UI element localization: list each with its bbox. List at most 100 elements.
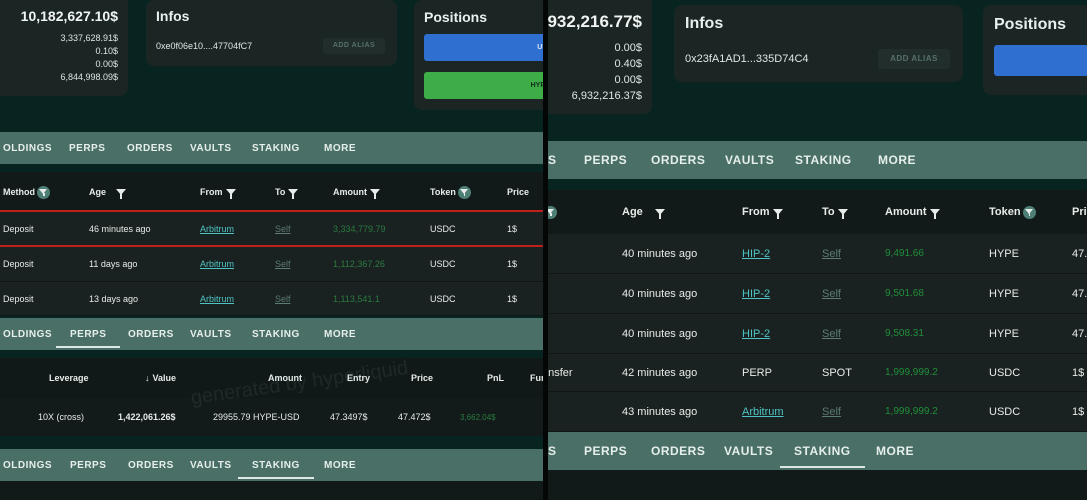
filter-icon[interactable] xyxy=(548,205,557,219)
positions-card: Positions USD HYPE- xyxy=(414,0,543,110)
tab-vaults[interactable]: VAULTS xyxy=(724,432,773,470)
wallet-address[interactable]: 0x23fA1AD1...335D74C4 xyxy=(685,53,809,65)
col-token[interactable]: Token xyxy=(430,172,471,212)
tab-holdings[interactable]: OLDINGS xyxy=(3,132,52,164)
col-age[interactable]: Age xyxy=(622,190,665,234)
col-to[interactable]: To xyxy=(822,190,848,234)
row-amount: 9,501.68 xyxy=(885,288,924,299)
infos-title: Infos xyxy=(156,8,190,24)
row-from-link[interactable]: HIP-2 xyxy=(742,314,770,353)
table-row[interactable]: 40 minutes ago HIP-2 Self 9,501.68 HYPE … xyxy=(548,274,1087,314)
tab-more[interactable]: MORE xyxy=(876,432,914,470)
position-usd-button[interactable] xyxy=(994,45,1087,76)
col-age[interactable]: Age xyxy=(89,172,127,212)
bottom-fill xyxy=(0,481,543,500)
row-to-link[interactable]: Self xyxy=(822,234,841,273)
col-value[interactable]: ↓ Value xyxy=(145,358,176,398)
filter-icon[interactable] xyxy=(288,189,299,199)
filter-icon[interactable] xyxy=(370,189,380,199)
tab-perps[interactable]: PERPS xyxy=(584,141,627,179)
tab-staking[interactable]: STAKING xyxy=(795,141,852,179)
col-token[interactable]: Token xyxy=(989,190,1036,234)
filter-icon[interactable] xyxy=(929,209,940,219)
tab-vaults[interactable]: VAULTS xyxy=(190,449,232,481)
table-row[interactable]: Deposit 11 days ago Arbitrum Self 1,112,… xyxy=(0,247,543,282)
filter-icon[interactable] xyxy=(837,209,848,219)
position-hype-button[interactable]: HYPE- xyxy=(424,72,543,99)
row-to-link[interactable]: Self xyxy=(822,392,841,431)
tab-bar-top: S PERPS ORDERS VAULTS STAKING MORE xyxy=(548,141,1087,179)
tab-staking[interactable]: STAKING xyxy=(238,449,314,481)
row-to-link[interactable]: Self xyxy=(822,314,841,353)
tab-orders[interactable]: ORDERS xyxy=(128,318,174,350)
row-from-link[interactable]: Arbitrum xyxy=(200,212,234,246)
tab-more[interactable]: MORE xyxy=(324,132,356,164)
table-row[interactable]: Deposit 13 days ago Arbitrum Self 1,113,… xyxy=(0,282,543,316)
filter-icon[interactable] xyxy=(1022,205,1036,219)
tab-perps[interactable]: PERPS xyxy=(55,318,121,350)
col-method[interactable]: Method xyxy=(3,172,50,212)
row-from-link[interactable]: HIP-2 xyxy=(742,234,770,273)
tab-staking[interactable]: STAKING xyxy=(252,318,300,350)
position-usd-button[interactable]: USD xyxy=(424,34,543,61)
filter-icon[interactable] xyxy=(457,185,471,199)
row-leverage: 10X (cross) xyxy=(38,412,85,422)
row-to-link[interactable]: Self xyxy=(275,212,291,246)
col-from[interactable]: From xyxy=(200,172,236,212)
row-to-link[interactable]: Self xyxy=(275,247,291,281)
col-amount[interactable]: Amount xyxy=(333,172,380,212)
row-from-link[interactable]: Arbitrum xyxy=(200,282,234,315)
table-row[interactable]: ansfer 42 minutes ago PERP SPOT 1,999,99… xyxy=(548,354,1087,392)
row-entry: 47.3497$ xyxy=(330,412,368,422)
filter-icon[interactable] xyxy=(116,189,127,199)
history-table-header: Method Age From To Amount Token Price xyxy=(0,172,543,212)
row-from-link[interactable]: Arbitrum xyxy=(742,392,784,431)
highlight-line xyxy=(0,210,543,212)
row-price: 1$ xyxy=(507,293,518,304)
tab-vaults[interactable]: VAULTS xyxy=(190,318,232,350)
filter-icon[interactable] xyxy=(772,209,783,219)
tab-holdings[interactable]: S xyxy=(548,141,557,179)
col-method-filter[interactable] xyxy=(548,190,557,234)
tab-orders[interactable]: ORDERS xyxy=(651,141,705,179)
tab-orders[interactable]: ORDERS xyxy=(651,432,705,470)
perps-position-row[interactable]: 10X (cross) 1,422,061.26$ 29955.79 HYPE-… xyxy=(0,398,543,436)
tab-perps[interactable]: PERPS xyxy=(584,432,627,470)
filter-icon[interactable] xyxy=(37,185,50,199)
tab-orders[interactable]: ORDERS xyxy=(127,132,173,164)
positions-title: Positions xyxy=(424,9,488,25)
tab-vaults[interactable]: VAULTS xyxy=(190,132,232,164)
tab-more[interactable]: MORE xyxy=(878,141,916,179)
tab-holdings[interactable]: S xyxy=(548,432,557,470)
filter-icon[interactable] xyxy=(225,189,236,199)
row-method: Deposit xyxy=(3,259,34,269)
col-from[interactable]: From xyxy=(742,190,783,234)
add-alias-button[interactable]: ADD ALIAS xyxy=(323,38,385,54)
tab-holdings[interactable]: OLDINGS xyxy=(3,449,52,481)
tab-holdings[interactable]: OLDINGS xyxy=(3,318,52,350)
tab-perps[interactable]: PERPS xyxy=(69,132,105,164)
tab-orders[interactable]: ORDERS xyxy=(128,449,174,481)
row-from-link[interactable]: Arbitrum xyxy=(200,247,234,281)
tab-vaults[interactable]: VAULTS xyxy=(725,141,774,179)
tab-perps[interactable]: PERPS xyxy=(70,449,106,481)
row-from-link[interactable]: HIP-2 xyxy=(742,274,770,313)
table-row[interactable]: 40 minutes ago HIP-2 Self 9,508.31 HYPE … xyxy=(548,314,1087,354)
row-to-link[interactable]: Self xyxy=(822,274,841,313)
table-row[interactable]: Deposit 46 minutes ago Arbitrum Self 3,3… xyxy=(0,212,543,247)
add-alias-button[interactable]: ADD ALIAS xyxy=(878,49,950,69)
table-row[interactable]: 43 minutes ago Arbitrum Self 1,999,999.2… xyxy=(548,392,1087,432)
col-amount[interactable]: Amount xyxy=(885,190,940,234)
tab-more[interactable]: MORE xyxy=(324,318,356,350)
sort-down-arrow-icon[interactable]: ↓ xyxy=(145,373,150,383)
tab-more[interactable]: MORE xyxy=(324,449,356,481)
balance-line: 6,844,998.09$ xyxy=(60,72,118,82)
row-price: 1$ xyxy=(1072,366,1085,379)
filter-icon[interactable] xyxy=(654,209,665,219)
tab-staking[interactable]: STAKING xyxy=(780,432,865,470)
table-row[interactable]: 40 minutes ago HIP-2 Self 9,491.66 HYPE … xyxy=(548,234,1087,274)
tab-staking[interactable]: STAKING xyxy=(252,132,300,164)
row-to-link[interactable]: Self xyxy=(275,282,291,315)
wallet-address[interactable]: 0xe0f06e10....47704fC7 xyxy=(156,41,252,51)
col-to[interactable]: To xyxy=(275,172,299,212)
